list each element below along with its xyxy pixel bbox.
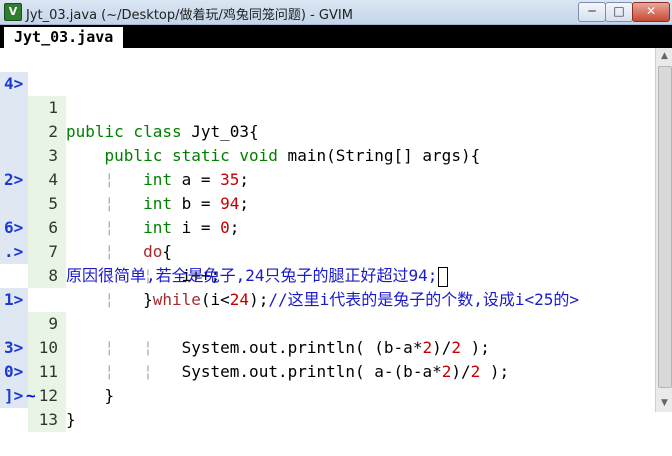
editor-area[interactable]: 4> 1 public class Jyt_03{ 2 public stati… [0, 48, 655, 432]
close-button[interactable]: ✕ [632, 2, 670, 22]
code-line-6: 6 ¦ do{ [0, 168, 655, 261]
title-bar[interactable]: V Jyt_03.java (~/Desktop/做着玩/鸡兔同笼问题) - G… [0, 0, 672, 25]
code-line-1: 4> 1 public class Jyt_03{ [0, 48, 655, 141]
code-line-9: 1> 9 ¦ ¦ System.out.println( (b-a*2)/2 )… [0, 264, 655, 357]
code-line-2: 2 public static void main(String[] args)… [0, 72, 655, 165]
minimize-button[interactable]: ─ [578, 2, 606, 22]
tab-jyt-03[interactable]: Jyt_03.java [4, 27, 124, 48]
scroll-down-arrow-icon[interactable]: ▼ [656, 395, 672, 411]
code-text: } [104, 386, 115, 405]
code-line-8: .> 8 ¦ }while(i<24);//这里i代表的是兔子的个数,设成i<2… [0, 216, 655, 309]
code-line-5: 2> 5 ¦ int i = 0; [0, 144, 655, 237]
code-line-7: 6> 7 ¦ ¦ i++; [0, 192, 655, 285]
code-line-8-wrap: 原因很简单,若全是兔子,24只兔子的腿正好超过94; [0, 240, 655, 287]
code-line-10: 10 ¦ ¦ System.out.println( a-(b-a*2)/2 )… [0, 288, 655, 381]
window-title: Jyt_03.java (~/Desktop/做着玩/鸡兔同笼问题) - GVI… [26, 8, 353, 23]
maximize-button[interactable]: □ [605, 2, 633, 22]
fold-marker[interactable]: ]> [0, 384, 28, 408]
empty-line-marker: ~ [26, 386, 36, 405]
code-line-11: 3> 11 } [0, 312, 655, 405]
scrollbar-thumb[interactable] [658, 66, 672, 388]
code-line-12: 0> 12 } [0, 336, 655, 429]
gvim-app-icon: V [4, 3, 22, 21]
code-line-3: 3 ¦ int a = 35; [0, 96, 655, 189]
code-line-4: 4 ¦ int b = 94; [0, 120, 655, 213]
tab-line: Jyt_03.java [0, 25, 672, 48]
code-line-13: ]> 13 [0, 360, 655, 432]
scroll-up-arrow-icon[interactable]: ▲ [656, 48, 672, 64]
code-text: } [66, 410, 76, 429]
vertical-scrollbar[interactable]: ▲ ▼ [655, 48, 672, 412]
